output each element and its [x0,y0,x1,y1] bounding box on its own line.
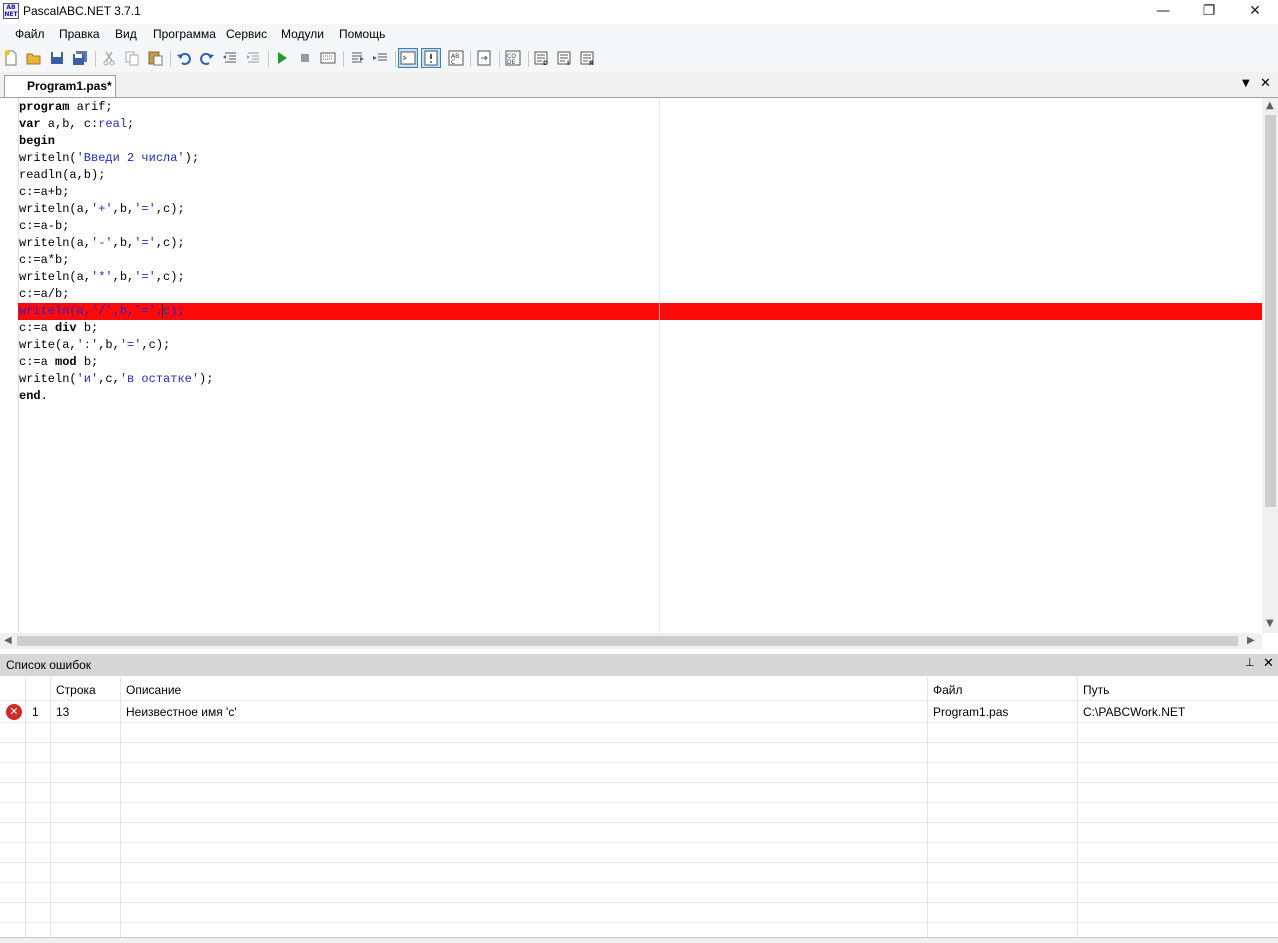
close-tab-icon[interactable]: ✕ [1260,76,1271,91]
error-row-line[interactable]: 13 [56,705,69,719]
code-line-5: readln(a,b); [19,168,106,182]
scroll-up-icon[interactable]: ▲ [1266,100,1274,111]
editor-gutter[interactable] [0,98,19,633]
error-row-file[interactable]: Program1.pas [933,705,1008,719]
error-list-title: Список ошибок [6,658,92,672]
error-list-header [0,654,1278,676]
menu-service[interactable]: Сервис [226,27,267,41]
code-line-18: end. [19,389,48,403]
scroll-right-icon[interactable]: ▶ [1247,635,1255,646]
menu-edit[interactable]: Правка [59,27,100,41]
code-line-4: writeln('Введи 2 числа'); [19,151,200,165]
outdent-icon[interactable] [222,50,238,66]
code-line-16: c:=a mod b; [19,355,99,369]
copy-icon[interactable] [124,50,140,66]
code-line-14: c:=a div b; [19,321,99,335]
restore-button[interactable]: ❐ [1186,0,1232,23]
error-line-highlight [18,303,1262,320]
errors-window-icon[interactable] [421,48,441,68]
svg-text:I: I [567,60,569,66]
code-templates-icon[interactable]: CO DE [505,50,521,66]
go-to-definition-icon[interactable] [476,50,492,66]
app-logo-icon: AB NET [3,3,19,19]
compile-icon[interactable] [320,50,336,66]
run-to-cursor-icon[interactable]: R [580,50,596,66]
code-line-13: writeln(a,'/',b,'=',c); [19,303,185,318]
code-editor[interactable] [0,98,1278,633]
redo-icon[interactable] [199,50,215,66]
vertical-scroll-thumb[interactable] [1265,115,1276,507]
code-line-8: c:=a-b; [19,219,70,233]
run-icon[interactable] [274,50,290,66]
error-icon: ✕ [6,704,22,720]
stop-icon[interactable] [297,50,313,66]
menu-view[interactable]: Вид [115,27,137,41]
close-window-button[interactable]: ✕ [1232,0,1278,23]
code-line-1: program arif; [19,100,113,114]
svg-text:R: R [589,60,594,66]
window-title: PascalABC.NET 3.7.1 [23,4,141,18]
error-row-description[interactable]: Неизвестное имя 'c' [126,705,237,719]
tab-program1[interactable]: Program1.pas* [4,75,116,97]
toolbar: AB C CO DE D I R [0,46,1278,72]
code-line-11: writeln(a,'*',b,'=',c); [19,270,185,284]
cut-icon[interactable] [101,50,117,66]
debug-icon[interactable]: D [534,50,550,66]
svg-text:D: D [543,60,548,66]
add-watch-icon[interactable]: I [557,50,573,66]
code-line-17: writeln('и',c,'в остатке'); [19,372,214,386]
menu-modules[interactable]: Модули [281,27,324,41]
right-margin-guide [659,98,660,633]
format-code-icon[interactable]: AB C [448,50,464,66]
pin-icon[interactable]: ⊥ [1245,656,1255,669]
open-file-icon[interactable] [26,50,42,66]
status-bar [0,937,1278,943]
document-tab-strip [0,72,1278,98]
tab-list-dropdown-icon[interactable]: ▼ [1242,78,1250,89]
text-caret [162,303,164,318]
paste-icon[interactable] [147,50,163,66]
horizontal-scroll-thumb[interactable] [17,636,1238,646]
step-into-icon[interactable] [349,50,365,66]
column-header-description[interactable]: Описание [126,683,181,697]
column-header-file[interactable]: Файл [933,683,963,697]
menu-bar: Файл Правка Вид Программа Сервис Модули … [0,24,1278,46]
column-header-line[interactable]: Строка [56,683,96,697]
minimize-button[interactable]: — [1140,0,1186,23]
code-line-9: writeln(a,'-',b,'=',c); [19,236,185,250]
code-line-10: c:=a*b; [19,253,70,267]
save-icon[interactable] [49,50,65,66]
code-line-6: c:=a+b; [19,185,70,199]
right-margin-guide-error [659,303,660,320]
code-line-2: var a,b, c:real; [19,117,135,131]
close-panel-icon[interactable]: ✕ [1263,656,1274,671]
svg-text:DE: DE [507,59,516,66]
error-row-path[interactable]: C:\PABCWork.NET [1083,705,1185,719]
save-all-icon[interactable] [72,50,88,66]
step-over-icon[interactable] [372,50,388,66]
code-line-7: writeln(a,'+',b,'=',c); [19,202,185,216]
indent-icon[interactable] [245,50,261,66]
code-line-3: begin [19,134,56,148]
code-line-15: write(a,':',b,'=',c); [19,338,171,352]
menu-help[interactable]: Помощь [339,27,385,41]
error-row-number[interactable]: 1 [32,705,39,719]
menu-file[interactable]: Файл [15,27,45,41]
new-file-icon[interactable] [3,50,19,66]
title-bar [0,0,1278,23]
output-window-icon[interactable] [398,48,418,68]
scroll-down-icon[interactable]: ▼ [1266,618,1274,629]
scroll-left-icon[interactable]: ◀ [4,635,12,646]
undo-icon[interactable] [176,50,192,66]
svg-text:C: C [451,59,455,66]
column-header-path[interactable]: Путь [1083,683,1109,697]
code-line-12: c:=a/b; [19,287,70,301]
menu-program[interactable]: Программа [153,27,216,41]
